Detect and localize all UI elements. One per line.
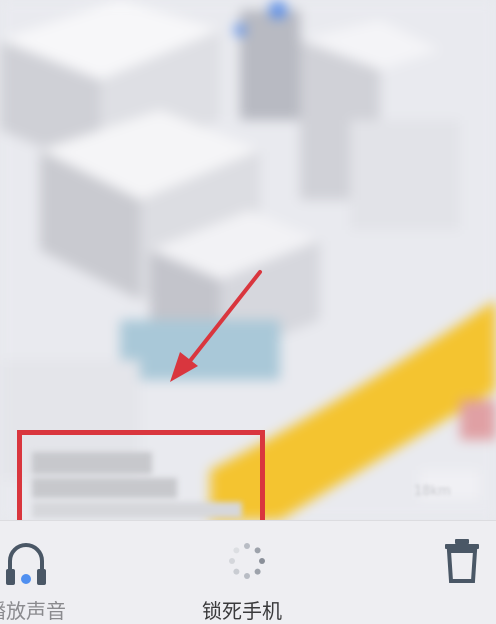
- loading-spinner-icon: [229, 543, 265, 579]
- play-sound-label: 播放声音: [0, 599, 66, 623]
- lock-phone-button[interactable]: 锁死手机: [180, 521, 320, 624]
- erase-phone-button[interactable]: [420, 521, 496, 624]
- bottom-toolbar: 播放声音 锁死手机: [0, 520, 496, 624]
- play-sound-button[interactable]: 播放声音: [0, 521, 120, 624]
- headphones-icon: [6, 543, 46, 585]
- trash-icon: [445, 539, 479, 583]
- distance-readout: 18km: [414, 484, 451, 499]
- lock-phone-label: 锁死手机: [202, 599, 282, 623]
